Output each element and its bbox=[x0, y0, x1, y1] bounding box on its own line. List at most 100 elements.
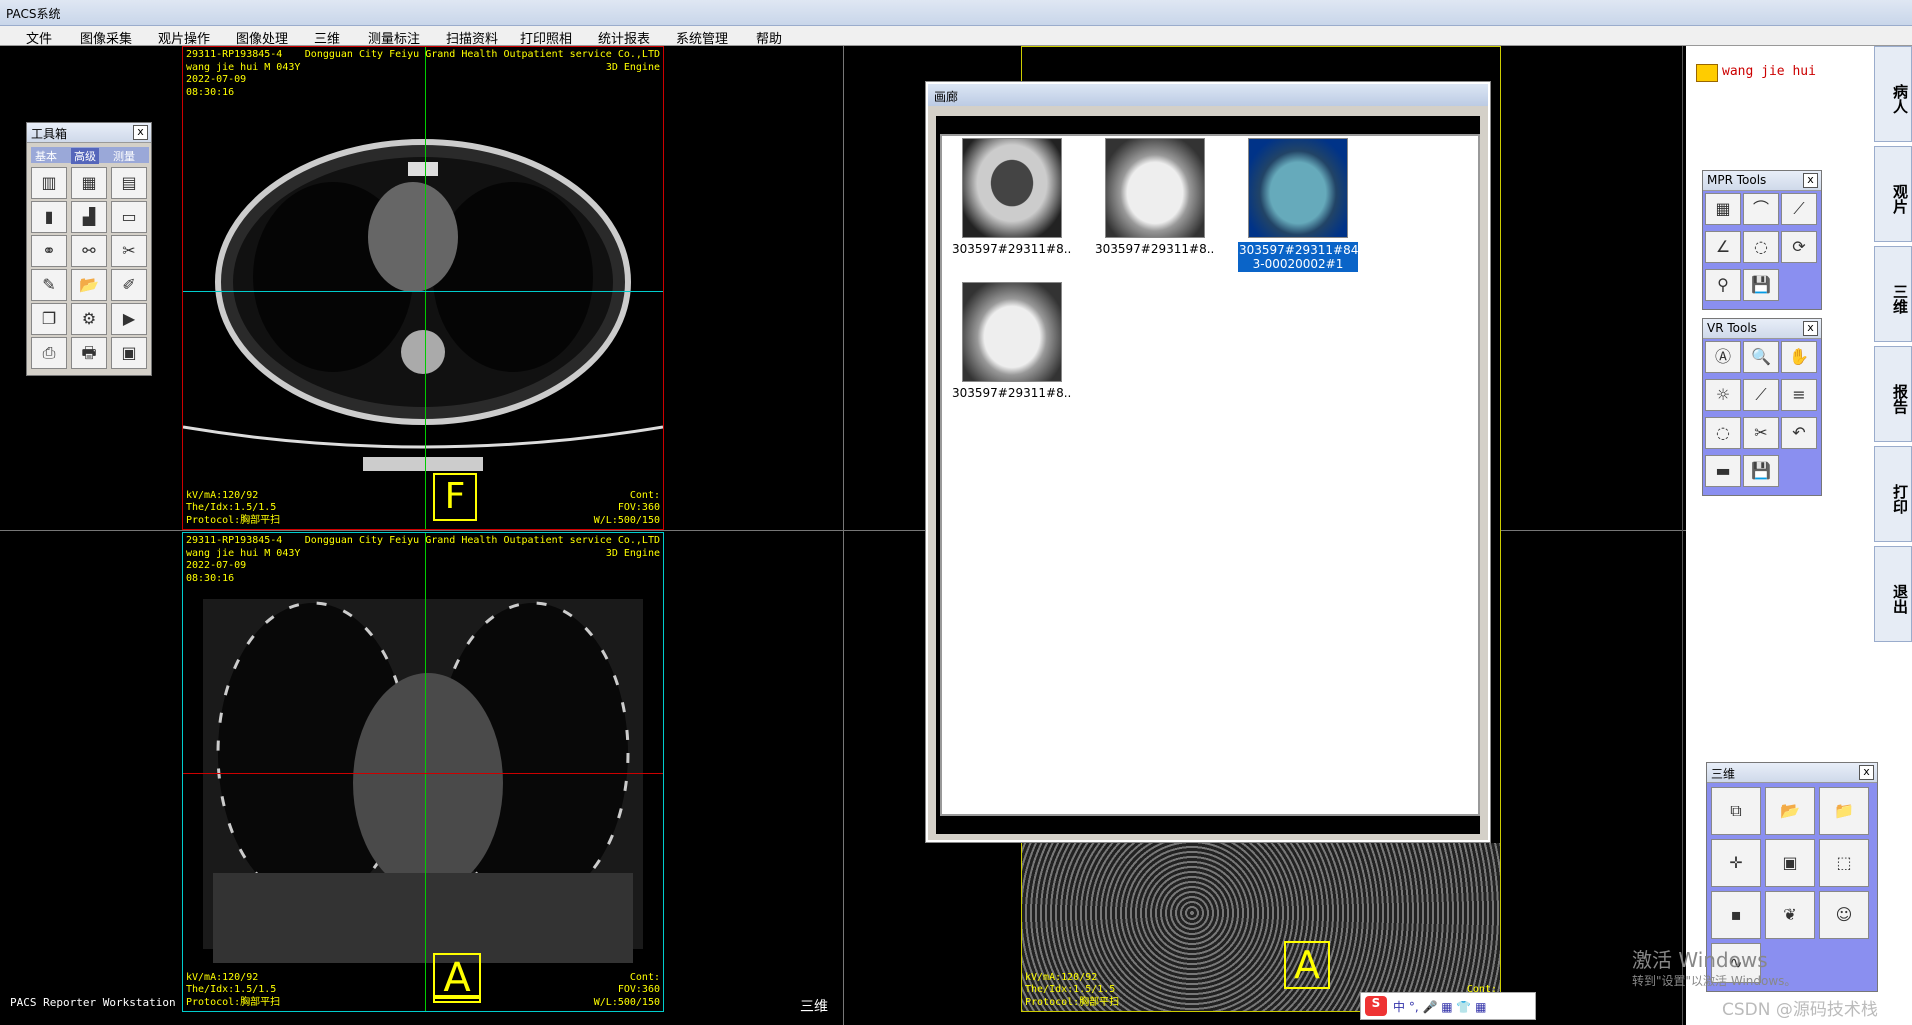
menu-3d[interactable]: 三维 bbox=[314, 28, 340, 47]
brush-icon[interactable]: ✐ bbox=[111, 269, 147, 301]
grayscale-icon[interactable]: ▮ bbox=[31, 201, 67, 233]
tab-measure[interactable]: 测量 bbox=[113, 148, 135, 164]
brain-icon[interactable]: ❦ bbox=[1765, 891, 1815, 939]
menu-measure[interactable]: 测量标注 bbox=[368, 28, 420, 47]
unlink-icon[interactable]: ⚯ bbox=[71, 235, 107, 267]
crosshair-vertical[interactable] bbox=[425, 47, 426, 529]
coronal-overlay-patient: 29311-RP193845-4 wang jie hui M 043Y 202… bbox=[186, 535, 301, 584]
tab-exit[interactable]: 退出 bbox=[1874, 546, 1912, 642]
tab-print[interactable]: 打印 bbox=[1874, 446, 1912, 542]
gallery-item[interactable]: 303597#29311#8... bbox=[1095, 138, 1215, 256]
annotate-icon[interactable]: Ⓐ bbox=[1705, 341, 1741, 373]
menu-help[interactable]: 帮助 bbox=[756, 28, 782, 47]
gallery-title: 画廊 bbox=[934, 90, 959, 104]
tab-report[interactable]: 报告 bbox=[1874, 346, 1912, 442]
rotate-icon[interactable]: ⟳ bbox=[1781, 231, 1817, 263]
status-mode: 三维 bbox=[800, 999, 828, 1015]
play-icon[interactable]: ▶ bbox=[111, 303, 147, 335]
lasso-icon[interactable]: ◌ bbox=[1743, 231, 1779, 263]
close-button[interactable]: x bbox=[1859, 765, 1874, 780]
angle-ruler-icon[interactable]: ∠ bbox=[1705, 231, 1741, 263]
lasso-icon[interactable]: ◌ bbox=[1705, 417, 1741, 449]
save-icon[interactable]: 💾 bbox=[1743, 455, 1779, 487]
menu-image-processing[interactable]: 图像处理 bbox=[236, 28, 288, 47]
layout-1x2-icon[interactable]: ▥ bbox=[31, 167, 67, 199]
tab-3d[interactable]: 三维 bbox=[1874, 246, 1912, 342]
menu-scan-data[interactable]: 扫描资料 bbox=[446, 28, 498, 47]
marker-icon[interactable]: ▪ bbox=[1711, 891, 1761, 939]
sogou-icon[interactable]: S bbox=[1365, 996, 1387, 1016]
vr-tools-title-bar[interactable]: VR Tools x bbox=[1703, 319, 1821, 339]
mpr-tools-palette[interactable]: MPR Tools x ▦ ⌒ ⟋ ∠ ◌ ⟳ ⚲ 💾 bbox=[1702, 170, 1822, 310]
menu-viewing[interactable]: 观片操作 bbox=[158, 28, 210, 47]
curve-ruler-icon[interactable]: ⌒ bbox=[1743, 193, 1779, 225]
tab-patient[interactable]: 病人 bbox=[1874, 46, 1912, 142]
gallery-dialog[interactable]: 画廊 303597#29311#8... 303597#29311#8... 3… bbox=[926, 82, 1490, 842]
crosshair-vertical[interactable] bbox=[425, 533, 426, 1011]
axial-overlay-institution: Dongguan City Feiyu Grand Health Outpati… bbox=[304, 49, 660, 73]
rectangle-icon[interactable]: ▭ bbox=[111, 201, 147, 233]
thumbnail-image bbox=[1248, 138, 1348, 238]
gallery-list[interactable]: 303597#29311#8... 303597#29311#8... 3035… bbox=[940, 134, 1480, 816]
cube-icon[interactable]: ▣ bbox=[1765, 839, 1815, 887]
mpr-icon[interactable]: ✛ bbox=[1711, 839, 1761, 887]
mpr-tools-title-bar[interactable]: MPR Tools x bbox=[1703, 171, 1821, 191]
export-icon[interactable]: ⎙ bbox=[31, 337, 67, 369]
layout-2x1-icon[interactable]: ▤ bbox=[111, 167, 147, 199]
gallery-title-bar[interactable]: 画廊 bbox=[928, 84, 1488, 106]
title-bar: PACS系统 bbox=[0, 0, 1912, 26]
tab-advanced[interactable]: 高级 bbox=[71, 148, 99, 164]
crop-icon[interactable]: ✂ bbox=[111, 235, 147, 267]
edit-icon[interactable]: ✎ bbox=[31, 269, 67, 301]
menu-print[interactable]: 打印照相 bbox=[520, 28, 572, 47]
menu-system[interactable]: 系统管理 bbox=[676, 28, 728, 47]
grid-icon[interactable]: ▦ bbox=[1705, 193, 1741, 225]
toolbox-title-bar[interactable]: 工具箱 x bbox=[27, 123, 151, 143]
copy-icon[interactable]: ❐ bbox=[31, 303, 67, 335]
open-folder-icon[interactable]: 📂 bbox=[1765, 787, 1815, 835]
scan-icon[interactable]: ⚙ bbox=[71, 303, 107, 335]
close-button[interactable]: x bbox=[1803, 173, 1818, 188]
head-icon[interactable]: ☺ bbox=[1819, 891, 1869, 939]
undo-icon[interactable]: ↶ bbox=[1781, 417, 1817, 449]
open-folder-icon[interactable]: 📂 bbox=[71, 269, 107, 301]
color-map-icon[interactable]: ≡ bbox=[1781, 379, 1817, 411]
gallery-item[interactable]: 303597#29311#8... bbox=[952, 138, 1072, 256]
tab-viewing[interactable]: 观片 bbox=[1874, 146, 1912, 242]
brightness-icon[interactable]: ☼ bbox=[1705, 379, 1741, 411]
pan-hand-icon[interactable]: ✋ bbox=[1781, 341, 1817, 373]
ruler-icon[interactable]: ⟋ bbox=[1743, 379, 1779, 411]
ime-toolbar[interactable]: S 中 °, 🎤 ▦ 👕 ▦ bbox=[1360, 992, 1536, 1020]
layers-icon[interactable]: ⧉ bbox=[1711, 787, 1761, 835]
close-button[interactable]: x bbox=[133, 125, 148, 140]
menu-file[interactable]: 文件 bbox=[26, 28, 52, 47]
link-icon[interactable]: ⚭ bbox=[31, 235, 67, 267]
probe-icon[interactable]: ⚲ bbox=[1705, 269, 1741, 301]
layout-2x2-icon[interactable]: ▦ bbox=[71, 167, 107, 199]
axial-viewport[interactable]: 29311-RP193845-4 wang jie hui M 043Y 202… bbox=[182, 46, 664, 530]
open-series-icon[interactable]: 📁 bbox=[1819, 787, 1869, 835]
gallery-item-selected[interactable]: 303597#29311#845_ 3-00020002#1 bbox=[1238, 138, 1358, 272]
scissors-icon[interactable]: ✂ bbox=[1743, 417, 1779, 449]
film-icon[interactable]: ▣ bbox=[111, 337, 147, 369]
print-icon[interactable]: 🖶 bbox=[71, 337, 107, 369]
ruler-icon[interactable]: ⟋ bbox=[1781, 193, 1817, 225]
gallery-item[interactable]: 303597#29311#8... bbox=[952, 282, 1072, 400]
zoom-icon[interactable]: 🔍 bbox=[1743, 341, 1779, 373]
close-button[interactable]: x bbox=[1803, 321, 1818, 336]
menu-statistics[interactable]: 统计报表 bbox=[598, 28, 650, 47]
histogram-icon[interactable]: ▟ bbox=[71, 201, 107, 233]
menu-image-acquisition[interactable]: 图像采集 bbox=[80, 28, 132, 47]
vr-tools-palette[interactable]: VR Tools x Ⓐ 🔍 ✋ ☼ ⟋ ≡ ◌ ✂ ↶ ▬ 💾 bbox=[1702, 318, 1822, 496]
volume-icon[interactable]: ⬚ bbox=[1819, 839, 1869, 887]
3d-panel-title-bar[interactable]: 三维 x bbox=[1707, 763, 1877, 783]
toolbox-palette[interactable]: 工具箱 x 基本 高级 测量 ▥ ▦ ▤ ▮ ▟ ▭ ⚭ ⚯ ✂ ✎ 📂 ✐ ❐ … bbox=[26, 122, 152, 376]
crosshair-horizontal[interactable] bbox=[183, 291, 663, 292]
crosshair-horizontal[interactable] bbox=[183, 773, 663, 774]
save-icon[interactable]: 💾 bbox=[1743, 269, 1779, 301]
preset-icon[interactable]: ▬ bbox=[1705, 455, 1741, 487]
tab-basic[interactable]: 基本 bbox=[35, 148, 57, 164]
gallery-item-caption: 303597#29311#845_ 3-00020002#1 bbox=[1238, 242, 1358, 272]
ime-tools-icon[interactable]: 中 °, 🎤 ▦ 👕 ▦ bbox=[1393, 998, 1486, 1015]
coronal-viewport[interactable]: 29311-RP193845-4 wang jie hui M 043Y 202… bbox=[182, 532, 664, 1012]
